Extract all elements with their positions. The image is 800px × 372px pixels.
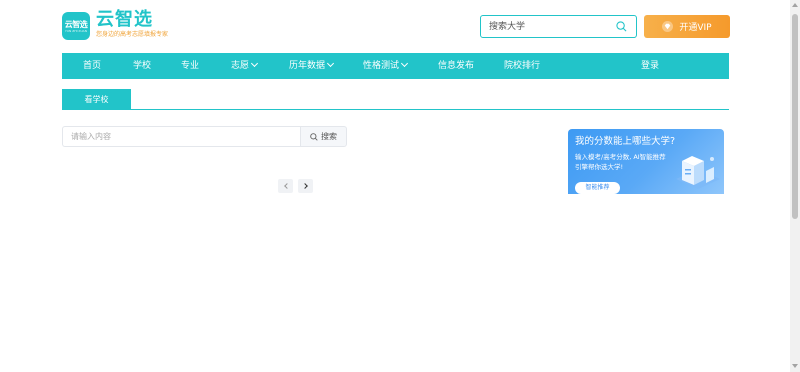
logo[interactable]: 云智选 YUN ZHI XUAN	[62, 12, 90, 40]
diamond-icon	[662, 21, 674, 32]
search-icon	[310, 132, 318, 141]
banner-description: 输入模考/高考分数, AI智能推荐	[575, 153, 666, 161]
chevron-down-icon	[326, 59, 335, 68]
scroll-down-arrow-icon[interactable]	[792, 364, 798, 368]
chevron-right-icon	[301, 183, 308, 189]
header: 云智选 YUN ZHI XUAN 云智选 您身边的高考志愿填报专家 搜索大学 开…	[0, 0, 790, 52]
main-nav: 首页 学校 专业 志愿 历年数据 性格测试 信息发布 院校排行 登录	[62, 53, 729, 79]
banner-description-2: 引擎帮你选大学!	[575, 163, 624, 171]
search-icon[interactable]	[616, 21, 627, 32]
chevron-down-icon	[400, 59, 409, 68]
login-link[interactable]: 登录	[641, 53, 659, 79]
pager-next-button[interactable]	[298, 179, 313, 193]
brand-slogan: 您身边的高考志愿填报专家	[96, 31, 169, 38]
books-illustration-icon	[676, 156, 720, 189]
logo-subtext: YUN ZHI XUAN	[65, 28, 87, 33]
content-search-button[interactable]: 搜索	[300, 126, 347, 147]
vip-label: 开通VIP	[679, 23, 712, 33]
nav-item-schools[interactable]: 学校	[133, 53, 151, 79]
tab-bar: 看学校	[62, 89, 729, 110]
smart-recommend-banner[interactable]: 我的分数能上哪些大学? 输入模考/高考分数, AI智能推荐 引擎帮你选大学! 智…	[568, 129, 724, 194]
nav-item-personality-test[interactable]: 性格测试	[363, 53, 409, 79]
search-placeholder: 搜索大学	[489, 22, 526, 32]
search-button-label: 搜索	[321, 132, 337, 141]
tab-view-schools[interactable]: 看学校	[62, 89, 131, 110]
pager-prev-button[interactable]	[278, 179, 293, 193]
nav-item-info-publish[interactable]: 信息发布	[438, 53, 474, 79]
nav-item-rankings[interactable]: 院校排行	[504, 53, 540, 79]
content-search-input[interactable]: 请输入内容	[62, 126, 301, 147]
nav-item-home[interactable]: 首页	[83, 53, 101, 79]
page-scrollbar[interactable]	[790, 0, 800, 372]
chevron-down-icon	[250, 59, 259, 68]
chevron-left-icon	[283, 183, 290, 189]
banner-title: 我的分数能上哪些大学?	[575, 136, 676, 147]
nav-item-applications[interactable]: 志愿	[231, 53, 259, 79]
brand-name[interactable]: 云智选	[96, 9, 153, 31]
logo-mark: 云智选	[64, 19, 88, 29]
university-search-input[interactable]: 搜索大学	[480, 15, 637, 38]
nav-item-historical-data[interactable]: 历年数据	[289, 53, 335, 79]
vip-button[interactable]: 开通VIP	[644, 15, 730, 38]
smart-recommend-button[interactable]: 智能推荐	[575, 182, 620, 194]
scroll-up-arrow-icon[interactable]	[792, 3, 798, 7]
content-search-placeholder: 请输入内容	[71, 132, 111, 141]
scrollbar-thumb[interactable]	[792, 14, 798, 219]
nav-item-majors[interactable]: 专业	[181, 53, 199, 79]
